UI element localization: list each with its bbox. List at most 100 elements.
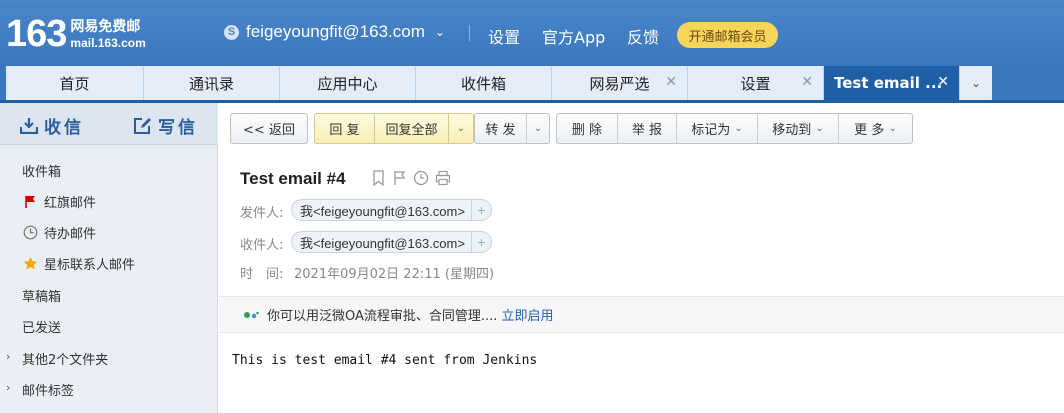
- forward-dropdown-button[interactable]: ⌄: [527, 114, 549, 143]
- tab-home[interactable]: 首页: [6, 66, 144, 100]
- chevron-right-icon[interactable]: ›: [6, 350, 10, 363]
- sidebar-item-label: 星标联系人邮件: [44, 258, 136, 273]
- write-mail-button[interactable]: 写信: [134, 113, 198, 138]
- star-icon: [22, 256, 38, 271]
- receive-mail-button[interactable]: 收信: [20, 113, 84, 138]
- sidebar-item-label: 收件箱: [22, 165, 62, 180]
- chevron-down-icon: ⌄: [456, 123, 466, 134]
- sidebar-item-label: 红旗邮件: [44, 196, 97, 211]
- more-button[interactable]: 更 多 ⌄: [839, 114, 912, 143]
- sidebar-item-other-folders[interactable]: 其他2个文件夹: [22, 349, 108, 368]
- more-label: 更 多: [854, 123, 885, 138]
- settings-link[interactable]: 设置: [488, 24, 520, 48]
- sidebar-item-inbox[interactable]: 收件箱: [22, 161, 61, 180]
- forward-group: 转 发 ⌄: [474, 113, 550, 144]
- promo-banner: 你可以用泛微OA流程审批、合同管理.... 立即启用: [219, 296, 1064, 333]
- close-icon[interactable]: ✕: [937, 74, 949, 90]
- enable-now-link[interactable]: 立即启用: [501, 305, 553, 324]
- from-label: 发件人:: [240, 206, 284, 221]
- sidebar-item-todo[interactable]: 待办邮件: [22, 223, 96, 242]
- flag-icon[interactable]: [392, 170, 407, 186]
- tab-label: 首页: [59, 74, 90, 93]
- sidebar-item-sent[interactable]: 已发送: [22, 317, 61, 336]
- header-divider: [469, 25, 470, 41]
- download-icon: [20, 118, 38, 134]
- clock-icon[interactable]: [413, 170, 429, 186]
- oa-logo-icon: [243, 310, 259, 320]
- tab-label: 网易严选: [589, 74, 650, 93]
- tab-overflow-button[interactable]: ⌄: [960, 66, 992, 100]
- reply-all-button[interactable]: 回复全部: [375, 114, 449, 143]
- recipient-chip[interactable]: 我<feigeyoungfit@163.com> +: [291, 231, 492, 253]
- add-contact-icon[interactable]: +: [470, 200, 491, 220]
- back-label: << 返回: [243, 123, 295, 138]
- sidebar-item-label: 其他2个文件夹: [22, 353, 109, 368]
- tab-app-center[interactable]: 应用中心: [280, 66, 416, 100]
- chevron-down-icon: ⌄: [533, 123, 543, 134]
- tab-label: 设置: [740, 74, 771, 93]
- sidebar-item-drafts[interactable]: 草稿箱: [22, 286, 61, 305]
- top-header: 163 网易免费邮 mail.163.com S feigeyoungfit@1…: [0, 0, 1064, 66]
- reply-group: 回 复 回复全部 ⌄: [314, 113, 474, 144]
- coin-icon: S: [224, 24, 239, 40]
- reply-button[interactable]: 回 复: [315, 114, 375, 143]
- brand-logo[interactable]: 163 网易免费邮 mail.163.com: [6, 14, 146, 54]
- official-app-link[interactable]: 官方App: [542, 24, 605, 48]
- time-label: 时 间:: [240, 267, 284, 282]
- tab-label: 通讯录: [188, 74, 234, 93]
- chevron-down-icon: ⌄: [815, 123, 824, 134]
- logo-text: 网易免费邮: [70, 19, 141, 35]
- print-icon[interactable]: [435, 170, 451, 186]
- chevron-down-icon: ⌄: [970, 76, 982, 90]
- sidebar-item-flagged[interactable]: 红旗邮件: [22, 192, 96, 211]
- sidebar: 收信 写信 收件箱 红旗邮件 待办邮件 星标联系人邮件 草稿箱 已发送 › 其他…: [0, 103, 218, 413]
- compose-bar: 收信 写信: [0, 103, 218, 145]
- email-subject: Test email #4: [240, 169, 346, 188]
- reply-dropdown-button[interactable]: ⌄: [449, 114, 473, 143]
- tab-test-email[interactable]: Test email ... ✕: [824, 66, 960, 100]
- sidebar-item-label: 已发送: [22, 321, 62, 336]
- sidebar-item-starred[interactable]: 星标联系人邮件: [22, 254, 135, 273]
- chevron-right-icon[interactable]: ›: [6, 381, 10, 394]
- tab-contacts[interactable]: 通讯录: [144, 66, 280, 100]
- vip-button[interactable]: 开通邮箱会员: [677, 22, 778, 48]
- forward-button[interactable]: 转 发: [475, 114, 527, 143]
- feedback-link[interactable]: 反馈: [627, 24, 659, 48]
- add-contact-icon[interactable]: +: [470, 232, 491, 252]
- recipient-address: 我<feigeyoungfit@163.com>: [300, 235, 465, 251]
- mark-as-label: 标记为: [691, 123, 731, 138]
- chevron-down-icon: ⌄: [734, 123, 743, 134]
- tab-bar: 首页 通讯录 应用中心 收件箱 网易严选 ✕ 设置 ✕ Test email .…: [0, 66, 1064, 100]
- logo-domain: mail.163.com: [70, 36, 146, 50]
- mark-as-button[interactable]: 标记为 ⌄: [677, 114, 758, 143]
- move-to-button[interactable]: 移动到 ⌄: [758, 114, 839, 143]
- to-label: 收件人:: [240, 238, 284, 253]
- sidebar-item-label: 待办邮件: [44, 227, 97, 242]
- tab-inbox[interactable]: 收件箱: [416, 66, 552, 100]
- write-label: 写信: [158, 118, 198, 138]
- edit-icon: [134, 118, 151, 134]
- tab-label: 收件箱: [460, 74, 506, 93]
- banner-text: 你可以用泛微OA流程审批、合同管理....: [267, 309, 498, 324]
- sender-chip[interactable]: 我<feigeyoungfit@163.com> +: [291, 199, 492, 221]
- action-group: 删 除 举 报 标记为 ⌄ 移动到 ⌄ 更 多 ⌄: [556, 113, 913, 144]
- bookmark-icon[interactable]: [371, 170, 386, 186]
- sidebar-item-label: 邮件标签: [22, 384, 75, 399]
- receive-label: 收信: [44, 118, 84, 138]
- close-icon[interactable]: ✕: [801, 74, 813, 90]
- account-email: feigeyoungfit@163.com: [246, 22, 425, 41]
- chevron-down-icon: ⌄: [888, 123, 897, 134]
- chevron-down-icon: ⌄: [434, 25, 445, 39]
- email-body: This is test email #4 sent from Jenkins: [232, 353, 538, 368]
- sidebar-item-tags[interactable]: 邮件标签: [22, 380, 74, 399]
- delete-button[interactable]: 删 除: [557, 114, 618, 143]
- account-menu[interactable]: S feigeyoungfit@163.com ⌄: [224, 22, 445, 42]
- back-button[interactable]: << 返回: [230, 113, 308, 144]
- logo-number: 163: [6, 13, 67, 55]
- tab-settings[interactable]: 设置 ✕: [688, 66, 824, 100]
- sent-time: 2021年09月02日 22:11 (星期四): [294, 267, 495, 282]
- close-icon[interactable]: ✕: [665, 74, 677, 90]
- report-button[interactable]: 举 报: [618, 114, 677, 143]
- tab-yanxuan[interactable]: 网易严选 ✕: [552, 66, 688, 100]
- move-to-label: 移动到: [772, 123, 812, 138]
